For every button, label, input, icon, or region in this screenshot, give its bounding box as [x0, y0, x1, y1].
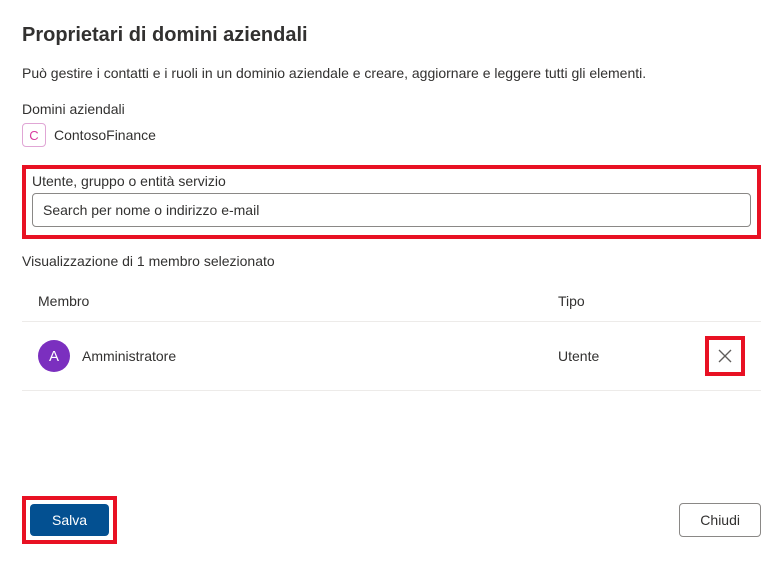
column-header-type: Tipo: [558, 293, 745, 309]
table-row[interactable]: A Amministratore Utente: [22, 322, 761, 391]
description-text: Può gestire i contatti e i ruoli in un d…: [22, 65, 761, 81]
domain-section-label: Domini aziendali: [22, 101, 761, 117]
member-type: Utente: [558, 348, 705, 364]
domain-chip-icon: C: [22, 123, 46, 147]
page-title: Proprietari di domini aziendali: [22, 24, 761, 47]
dialog-footer: Salva Chiudi: [22, 496, 761, 544]
selected-count-text: Visualizzazione di 1 membro selezionato: [22, 253, 761, 269]
members-table: Membro Tipo A Amministratore Utente: [22, 285, 761, 391]
close-icon: [717, 348, 733, 364]
search-highlight-box: Utente, gruppo o entità servizio: [22, 165, 761, 239]
search-label: Utente, gruppo o entità servizio: [32, 173, 751, 189]
save-button[interactable]: Salva: [30, 504, 109, 536]
column-header-member: Membro: [38, 293, 558, 309]
table-header: Membro Tipo: [22, 285, 761, 322]
member-cell: A Amministratore: [38, 340, 558, 372]
close-button[interactable]: Chiudi: [679, 503, 761, 537]
domain-chip-name: ContosoFinance: [54, 127, 156, 143]
remove-member-button[interactable]: [711, 342, 739, 370]
avatar: A: [38, 340, 70, 372]
remove-highlight-box: [705, 336, 745, 376]
search-input[interactable]: [32, 193, 751, 227]
member-name: Amministratore: [82, 348, 176, 364]
save-highlight-box: Salva: [22, 496, 117, 544]
domain-chip[interactable]: C ContosoFinance: [22, 123, 156, 147]
